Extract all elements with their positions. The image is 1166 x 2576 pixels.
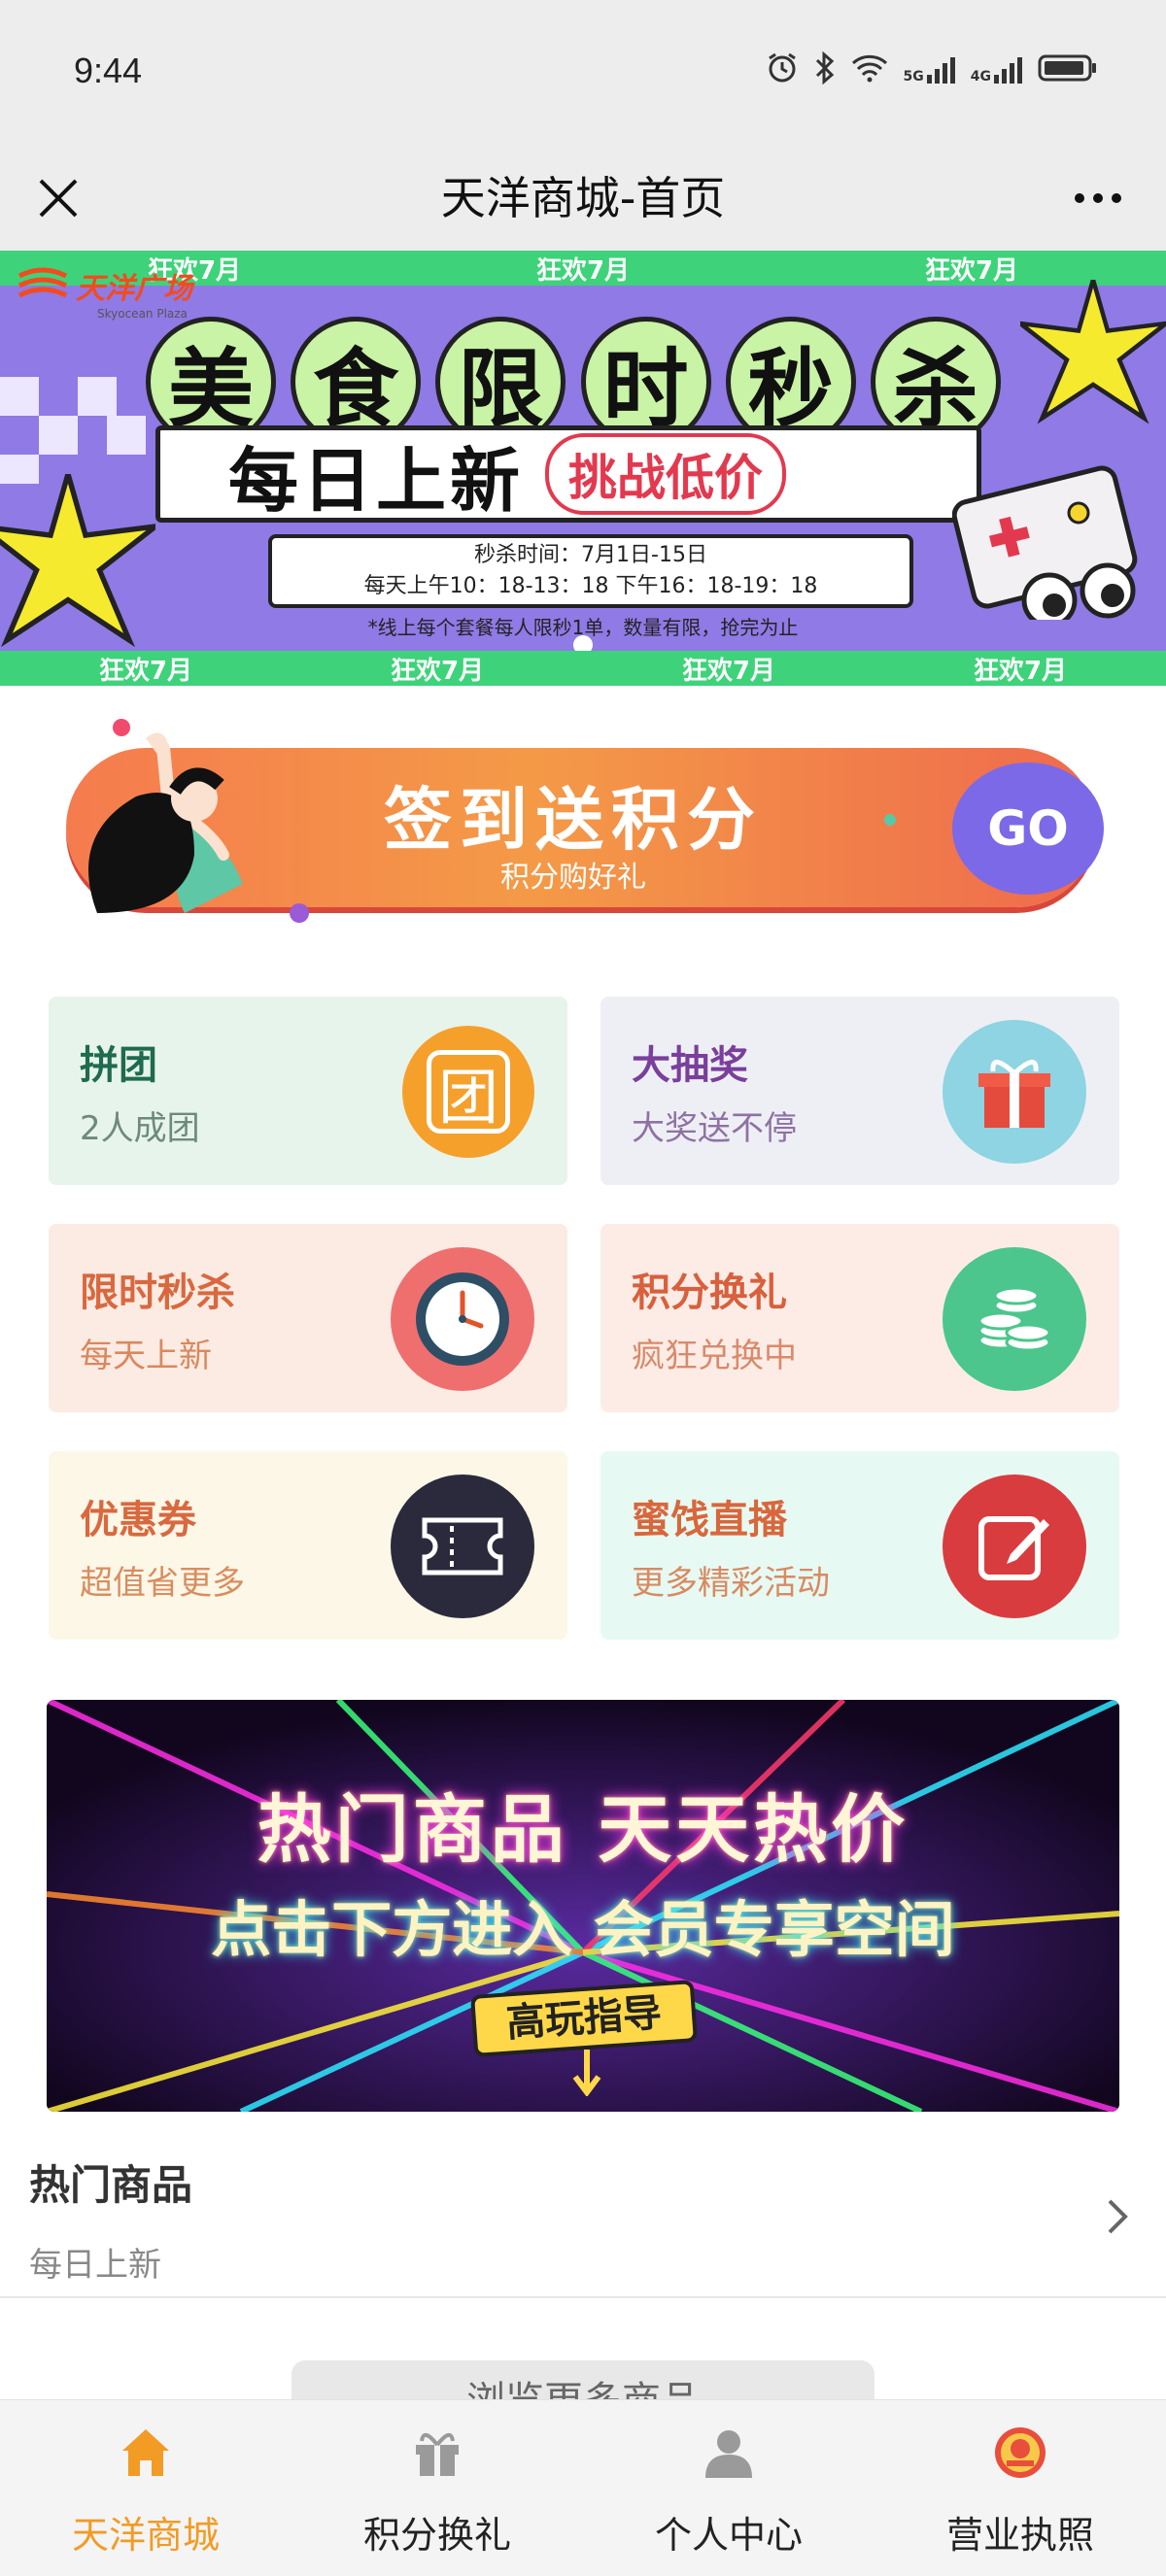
group-icon: 团 bbox=[402, 1026, 534, 1158]
hero-logo-text: 天洋广场 bbox=[76, 272, 192, 306]
card-subtitle: 每天上新 bbox=[80, 1337, 212, 1375]
page-title: 天洋商城-首页 bbox=[440, 172, 726, 224]
hero-strip-label: 狂欢7月 bbox=[390, 656, 485, 686]
signal-4g-icon: 4G bbox=[971, 55, 1022, 85]
close-button[interactable] bbox=[29, 146, 87, 251]
nav-item-mall[interactable]: 天洋商城 bbox=[0, 2400, 292, 2576]
home-icon bbox=[119, 2425, 173, 2480]
down-arrow-icon bbox=[572, 2050, 601, 2096]
decor-dot bbox=[290, 903, 309, 923]
card-title: 蜜饯直播 bbox=[632, 1498, 787, 1542]
hot-section-subtitle: 每日上新 bbox=[29, 2246, 161, 2285]
status-bar: 9:44 5G 4G bbox=[0, 0, 1166, 146]
hot-banner-line2: 点击下方进入 会员专享空间 bbox=[211, 1894, 955, 1965]
close-icon bbox=[39, 179, 78, 218]
more-dot-icon bbox=[1075, 193, 1084, 203]
card-subtitle: 疯狂兑换中 bbox=[632, 1337, 797, 1375]
hero-strip-label: 狂欢7月 bbox=[98, 656, 193, 686]
edit-icon bbox=[943, 1474, 1086, 1618]
nav-item-points-gift[interactable]: 积分换礼 bbox=[292, 2400, 583, 2576]
coins-icon bbox=[943, 1247, 1086, 1391]
wifi-icon bbox=[851, 53, 888, 86]
checker-decoration bbox=[0, 377, 146, 484]
card-subtitle: 大奖送不停 bbox=[632, 1109, 797, 1148]
hero-banner[interactable]: 狂欢7月 狂欢7月 狂欢7月 天洋广场 Skyocean Plaza 美 食 限… bbox=[0, 251, 1166, 686]
more-button[interactable] bbox=[1059, 146, 1137, 251]
hero-time-line1: 秒杀时间：7月1日-15日 bbox=[474, 543, 707, 567]
nav-label: 个人中心 bbox=[654, 2514, 803, 2557]
card-coupons[interactable]: 优惠券 超值省更多 bbox=[49, 1451, 567, 1640]
hero-time-box: 秒杀时间：7月1日-15日 每天上午10：18-13：18 下午16：18-19… bbox=[268, 534, 913, 608]
nav-label: 营业执照 bbox=[945, 2514, 1094, 2557]
hero-strip-label: 狂欢7月 bbox=[924, 255, 1019, 286]
battery-icon bbox=[1038, 53, 1098, 86]
hero-strip-bottom: 狂欢7月 狂欢7月 狂欢7月 狂欢7月 bbox=[0, 651, 1166, 686]
hot-goods-banner[interactable]: 热门商品 天天热价 点击下方进入 会员专享空间 高玩指导 bbox=[47, 1700, 1119, 2112]
divider bbox=[0, 2296, 1166, 2298]
bottom-nav: 天洋商城 积分换礼 个人中心 营业执照 bbox=[0, 2399, 1166, 2576]
license-emblem-icon bbox=[993, 2425, 1047, 2480]
card-title: 优惠券 bbox=[80, 1498, 196, 1542]
card-points-exchange[interactable]: 积分换礼 疯狂兑换中 bbox=[600, 1224, 1119, 1412]
network-4g-label: 4G bbox=[970, 69, 991, 85]
hero-daily-box: 每日上新 挑战低价 bbox=[155, 425, 981, 523]
gift-nav-icon bbox=[410, 2425, 464, 2480]
tianyang-logo-icon bbox=[17, 267, 68, 298]
title-bar: 天洋商城-首页 bbox=[0, 146, 1166, 251]
decor-dot bbox=[884, 814, 896, 826]
status-icons: 5G 4G bbox=[766, 51, 1098, 89]
network-5g-label: 5G bbox=[903, 69, 924, 85]
clock-icon bbox=[391, 1247, 534, 1391]
alarm-icon bbox=[766, 51, 799, 88]
hero-logo: 天洋广场 bbox=[16, 264, 192, 307]
card-title: 大抽奖 bbox=[632, 1043, 748, 1088]
card-title: 积分换礼 bbox=[632, 1271, 787, 1315]
card-lucky-draw[interactable]: 大抽奖 大奖送不停 bbox=[600, 997, 1119, 1185]
chevron-right-icon[interactable] bbox=[1098, 2195, 1137, 2238]
hero-time-line2: 每天上午10：18-13：18 下午16：18-19：18 bbox=[363, 574, 818, 598]
group-icon-glyph: 团 bbox=[427, 1050, 510, 1134]
hero-strip-label: 狂欢7月 bbox=[681, 656, 776, 686]
hero-daily-new: 每日上新 bbox=[228, 439, 525, 522]
card-subtitle: 更多精彩活动 bbox=[632, 1564, 830, 1603]
signin-banner[interactable]: 签到送积分 积分购好礼 GO bbox=[39, 709, 1108, 932]
star-decoration-right bbox=[1020, 280, 1166, 424]
card-title: 限时秒杀 bbox=[80, 1271, 235, 1315]
signal-5g-icon: 5G bbox=[904, 55, 955, 85]
hero-strip-label: 狂欢7月 bbox=[535, 255, 631, 286]
card-subtitle: 2人成团 bbox=[80, 1109, 200, 1148]
card-live-stream[interactable]: 蜜饯直播 更多精彩活动 bbox=[600, 1451, 1119, 1640]
hero-strip-label: 狂欢7月 bbox=[973, 656, 1068, 686]
woman-figure-illustration bbox=[88, 732, 243, 913]
nav-label: 积分换礼 bbox=[362, 2514, 511, 2557]
signin-go-button[interactable]: GO bbox=[952, 763, 1104, 895]
hero-challenge-badge: 挑战低价 bbox=[545, 433, 787, 515]
card-title: 拼团 bbox=[80, 1043, 157, 1088]
card-flash-sale[interactable]: 限时秒杀 每天上新 bbox=[49, 1224, 567, 1412]
hot-banner-line1: 热门商品 天天热价 bbox=[257, 1786, 909, 1873]
more-dot-icon bbox=[1112, 193, 1121, 203]
card-group-buy[interactable]: 拼团 2人成团 团 bbox=[49, 997, 567, 1185]
status-time: 9:44 bbox=[74, 51, 143, 90]
hot-section-title: 热门商品 bbox=[29, 2161, 193, 2209]
nav-label: 天洋商城 bbox=[71, 2514, 220, 2557]
card-subtitle: 超值省更多 bbox=[80, 1564, 245, 1603]
game-console-decoration bbox=[952, 465, 1138, 620]
user-icon bbox=[702, 2425, 756, 2480]
gift-icon bbox=[943, 1020, 1086, 1164]
nav-item-license[interactable]: 营业执照 bbox=[874, 2400, 1166, 2576]
more-dot-icon bbox=[1093, 193, 1103, 203]
ticket-icon bbox=[391, 1474, 534, 1618]
nav-item-profile[interactable]: 个人中心 bbox=[583, 2400, 874, 2576]
bluetooth-icon bbox=[814, 51, 836, 88]
